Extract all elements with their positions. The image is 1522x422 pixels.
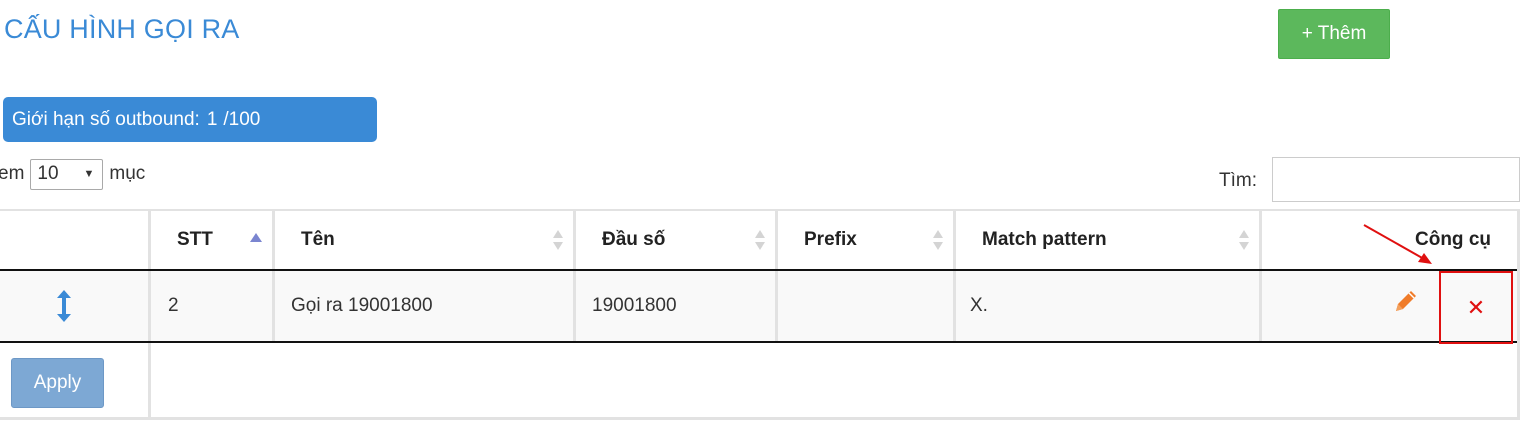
search-input[interactable] bbox=[1272, 157, 1520, 202]
cell-ten: Gọi ra 19001800 bbox=[272, 271, 573, 341]
table-header-row: STT Tên Đầu số Prefix Match pattern Công… bbox=[0, 209, 1517, 271]
column-header-dau-so-label: Đầu số bbox=[602, 229, 666, 250]
limit-current: 1 bbox=[206, 108, 218, 130]
sort-icon bbox=[755, 230, 765, 250]
page-length-value: 10 bbox=[37, 163, 59, 184]
cell-dau-so: 19001800 bbox=[573, 271, 775, 341]
limit-label: Giới hạn số outbound: bbox=[12, 108, 200, 130]
chevron-down-icon: ▼ bbox=[83, 168, 95, 180]
drag-cell[interactable] bbox=[0, 271, 148, 341]
footer-action-cell: Apply bbox=[0, 343, 148, 417]
column-header-dau-so[interactable]: Đầu số bbox=[573, 211, 775, 269]
column-header-prefix-label: Prefix bbox=[804, 229, 857, 250]
sort-asc-icon bbox=[250, 233, 262, 242]
page-title: CẤU HÌNH GỌI RA bbox=[4, 14, 240, 44]
column-header-tools: Công cụ bbox=[1259, 211, 1517, 269]
sort-icon bbox=[1239, 230, 1249, 250]
page-length-select[interactable]: 10 ▼ bbox=[30, 158, 104, 190]
cell-stt: 2 bbox=[148, 271, 272, 341]
outbound-limit-badge: Giới hạn số outbound: 1 /100 bbox=[3, 97, 377, 142]
column-header-ten[interactable]: Tên bbox=[272, 211, 573, 269]
column-header-ten-label: Tên bbox=[301, 229, 335, 250]
outbound-config-page: CẤU HÌNH GỌI RA + Thêm Giới hạn số outbo… bbox=[0, 0, 1522, 422]
close-icon: ✕ bbox=[1466, 294, 1486, 320]
add-button[interactable]: + Thêm bbox=[1278, 9, 1390, 59]
column-header-stt-label: STT bbox=[177, 229, 213, 250]
cell-match-pattern-value: X. bbox=[970, 295, 988, 316]
column-header-prefix[interactable]: Prefix bbox=[775, 211, 953, 269]
length-prefix-label: em bbox=[0, 163, 25, 184]
outbound-table: STT Tên Đầu số Prefix Match pattern Công… bbox=[0, 209, 1520, 420]
sort-icon bbox=[933, 230, 943, 250]
pencil-icon[interactable] bbox=[1392, 287, 1420, 315]
limit-max: /100 bbox=[223, 108, 261, 130]
drag-handle-icon[interactable] bbox=[55, 289, 73, 323]
length-suffix-label: mục bbox=[109, 163, 146, 184]
table-row: 2 Gọi ra 19001800 19001800 X. ✕ bbox=[0, 271, 1517, 344]
cell-dau-so-value: 19001800 bbox=[592, 295, 677, 316]
page-length-control: em 10 ▼ mục bbox=[0, 157, 145, 191]
apply-button[interactable]: Apply bbox=[11, 358, 104, 408]
table-footer-row: Apply bbox=[0, 343, 1517, 417]
cell-match-pattern: X. bbox=[953, 271, 1259, 341]
cell-stt-value: 2 bbox=[168, 295, 179, 316]
footer-empty-cell bbox=[148, 343, 1517, 417]
column-header-stt[interactable]: STT bbox=[148, 211, 272, 269]
column-header-match-pattern-label: Match pattern bbox=[982, 229, 1107, 250]
cell-ten-value: Gọi ra 19001800 bbox=[291, 295, 433, 316]
search-label: Tìm: bbox=[1219, 170, 1257, 191]
delete-button[interactable]: ✕ bbox=[1439, 271, 1513, 344]
cell-prefix bbox=[775, 271, 953, 341]
column-header-tools-label: Công cụ bbox=[1415, 229, 1491, 250]
sort-icon bbox=[553, 230, 563, 250]
column-header-match-pattern[interactable]: Match pattern bbox=[953, 211, 1259, 269]
column-header-drag bbox=[0, 211, 148, 269]
